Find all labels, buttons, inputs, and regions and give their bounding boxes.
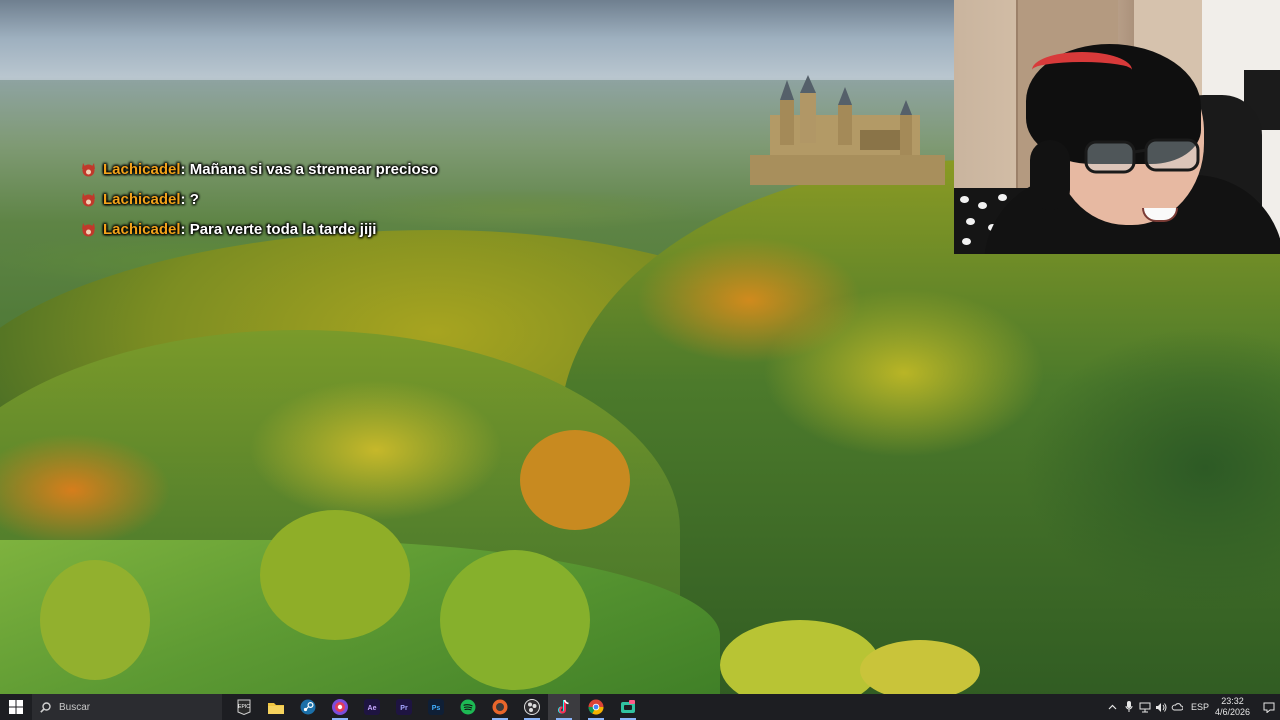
chat-username: Lachicadel [103, 220, 181, 238]
stream-chat-overlay: Lachicadel: Mañana si vas a stremear pre… [80, 154, 438, 244]
search-icon [40, 701, 51, 713]
castle [750, 75, 945, 185]
epic-games-icon[interactable]: EPIC [228, 694, 260, 720]
glasses [1084, 138, 1200, 174]
fox-badge-icon [82, 162, 95, 176]
chat-text: : Mañana si vas a stremear precioso [180, 160, 439, 178]
notification-icon[interactable] [1258, 694, 1280, 720]
chat-message: Lachicadel: Para verte toda la tarde jij… [80, 214, 438, 244]
brave-icon[interactable] [484, 694, 516, 720]
tree [40, 560, 150, 680]
clock[interactable]: 23:32 4/6/2026 [1215, 696, 1250, 718]
start-button[interactable] [0, 694, 32, 720]
headset-earcup [1030, 140, 1070, 210]
chat-text: : Para verte toda la tarde jiji [180, 220, 377, 238]
chat-username: Lachicadel [103, 190, 181, 208]
chat-message: Lachicadel: ? [80, 184, 438, 214]
chevron-up-icon[interactable] [1105, 694, 1121, 720]
chat-message: Lachicadel: Mañana si vas a stremear pre… [80, 154, 438, 184]
taskbar-pinned-apps: EPIC Ae Pr Ps [228, 694, 644, 720]
file-explorer-icon[interactable] [260, 694, 292, 720]
tree [520, 430, 630, 530]
volume-icon[interactable] [1153, 694, 1169, 720]
language-indicator[interactable]: ESP [1191, 702, 1209, 712]
tree [260, 510, 410, 640]
fox-badge-icon [82, 222, 95, 236]
steam-icon[interactable] [292, 694, 324, 720]
photoshop-icon[interactable]: Ps [420, 694, 452, 720]
svg-text:Ae: Ae [368, 705, 377, 712]
obs-icon[interactable] [516, 694, 548, 720]
chrome-icon[interactable] [580, 694, 612, 720]
fox-badge-icon [82, 192, 95, 206]
onedrive-icon[interactable] [1169, 694, 1185, 720]
search-placeholder: Buscar [59, 701, 91, 713]
tree [440, 550, 590, 690]
taskbar-search-box[interactable]: Buscar [32, 694, 222, 720]
after-effects-icon[interactable]: Ae [356, 694, 388, 720]
windows-logo-icon [9, 700, 23, 714]
tree [860, 640, 980, 700]
clock-date: 4/6/2026 [1214, 707, 1250, 717]
discord-overlay-icon[interactable] [324, 694, 356, 720]
svg-text:Pr: Pr [400, 705, 408, 712]
svg-text:Ps: Ps [432, 705, 441, 712]
tiktok-icon[interactable] [548, 694, 580, 720]
desktop: Lachicadel: Mañana si vas a stremear pre… [0, 0, 1280, 720]
chat-text: : ? [180, 190, 199, 208]
headset-band [1032, 52, 1132, 88]
microphone-icon[interactable] [1121, 694, 1137, 720]
chat-username: Lachicadel [103, 160, 181, 178]
svg-text:EPIC: EPIC [238, 704, 250, 710]
premiere-pro-icon[interactable]: Pr [388, 694, 420, 720]
streamlabs-icon[interactable] [612, 694, 644, 720]
webcam-feed [954, 0, 1280, 254]
taskbar: Buscar EPIC Ae Pr Ps ESP 23:32 4/6/2026 [0, 694, 1280, 720]
network-icon[interactable] [1137, 694, 1153, 720]
spotify-icon[interactable] [452, 694, 484, 720]
clock-time: 23:32 [1221, 696, 1244, 706]
system-tray: ESP 23:32 4/6/2026 [1105, 694, 1280, 720]
